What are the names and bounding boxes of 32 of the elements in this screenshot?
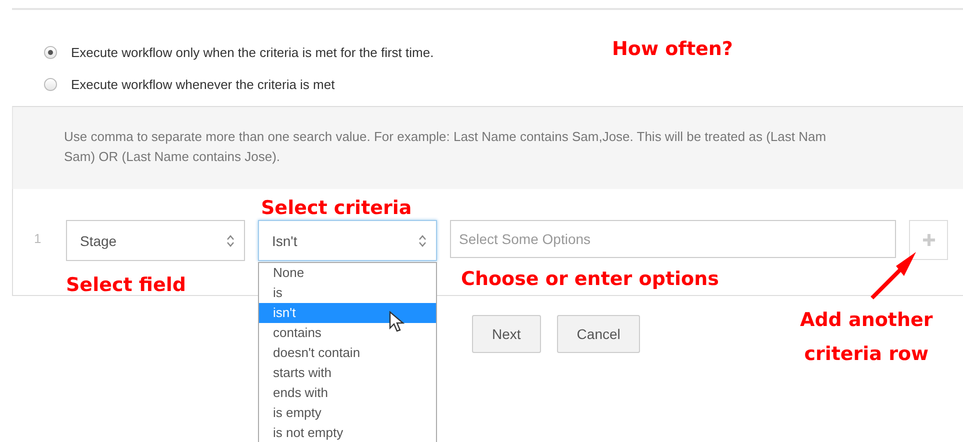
- hint-text: Sam) OR (Last Name contains Jose).: [64, 148, 282, 166]
- options-input[interactable]: Select Some Options: [450, 220, 896, 258]
- annotation-text: criteria row: [803, 342, 930, 367]
- next-button[interactable]: Next: [472, 315, 541, 353]
- dropdown-option[interactable]: is empty: [259, 403, 436, 423]
- updown-icon: [419, 234, 426, 246]
- annotation-text: Select field: [66, 273, 186, 298]
- radio-button[interactable]: [44, 46, 57, 58]
- dropdown-option[interactable]: starts with: [259, 363, 436, 383]
- row-number: 1: [33, 230, 42, 248]
- dropdown-option[interactable]: None: [259, 263, 436, 283]
- radio-label: Execute workflow only when the criteria is met for the first time.: [71, 44, 434, 60]
- annotation-text: How often?: [612, 37, 733, 62]
- criteria-select[interactable]: Isn't: [258, 220, 437, 261]
- dropdown-option[interactable]: ends with: [259, 383, 436, 403]
- add-row-button[interactable]: [909, 220, 948, 260]
- radio-label: Execute workflow whenever the criteria is met: [71, 76, 335, 92]
- cursor-icon: [389, 311, 405, 333]
- hint-text: Use comma to separate more than one search value. For example: Last Name contains Sam,Jose. This will be treated as (Last Nam: [64, 128, 828, 146]
- cancel-button[interactable]: Cancel: [556, 315, 640, 353]
- dropdown-option[interactable]: is not empty: [259, 423, 436, 442]
- dropdown-option[interactable]: doesn't contain: [259, 343, 436, 363]
- updown-icon: [227, 234, 234, 246]
- dropdown-option[interactable]: is: [259, 283, 436, 303]
- radio-button[interactable]: [44, 78, 57, 90]
- dropdown-option[interactable]: contains: [259, 323, 436, 343]
- field-select[interactable]: Stage: [66, 220, 245, 261]
- annotation-text: Select criteria: [261, 196, 412, 221]
- plus-icon: [922, 233, 936, 247]
- annotation-text: Add another: [800, 308, 933, 333]
- annotation-arrow: [870, 252, 916, 300]
- annotation-text: Choose or enter options: [461, 267, 719, 292]
